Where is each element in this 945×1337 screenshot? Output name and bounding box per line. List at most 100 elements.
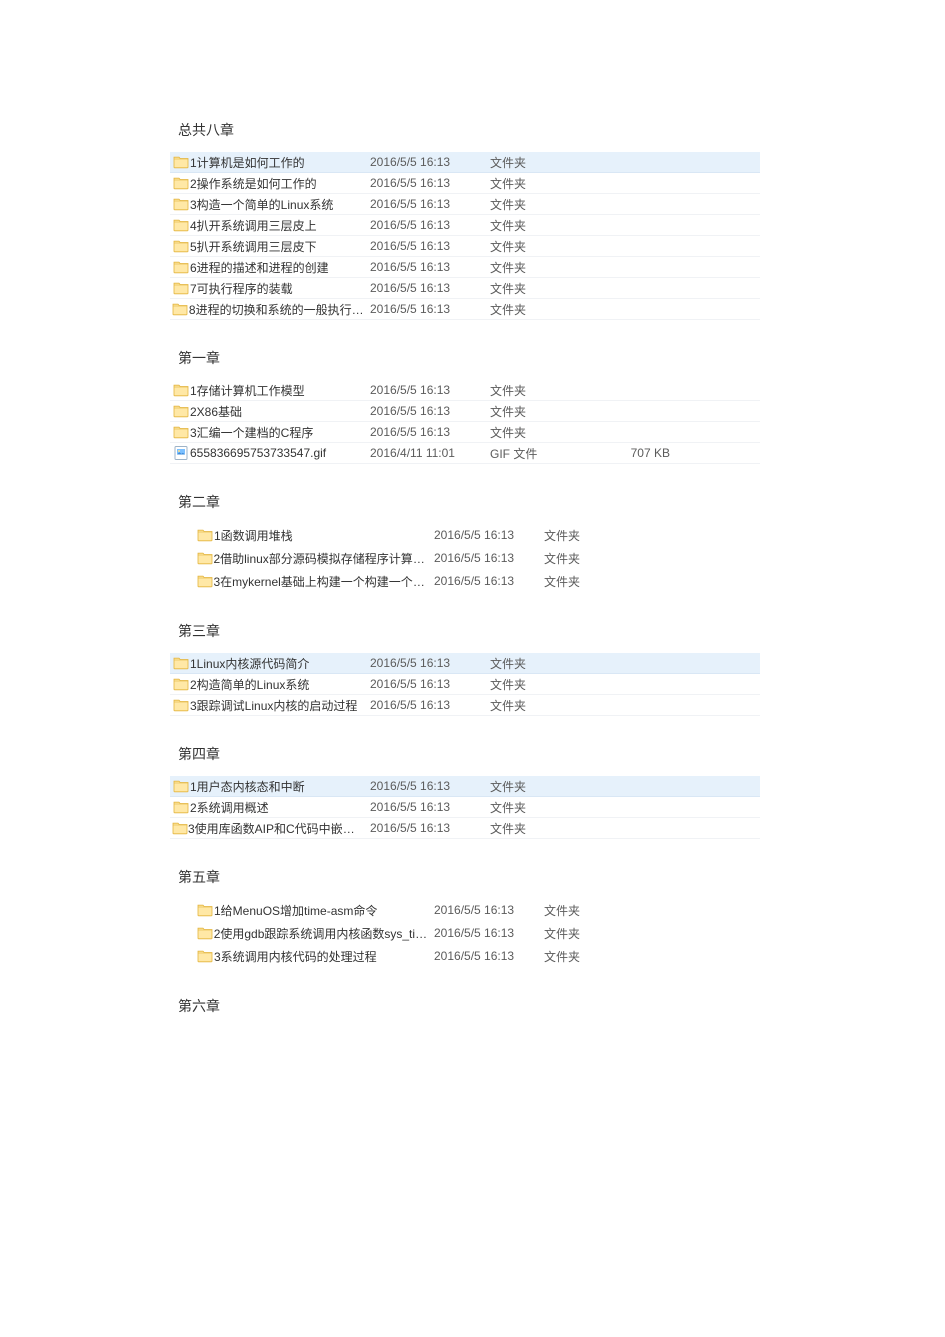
file-name: 2构造简单的Linux系统: [190, 676, 315, 693]
file-row[interactable]: 2借助linux部分源码模拟存储程序计算机...2016/5/5 16:13文件…: [194, 547, 760, 570]
folder-icon: [172, 217, 190, 233]
file-row[interactable]: 1函数调用堆栈2016/5/5 16:13文件夹: [194, 524, 760, 547]
file-date: 2016/4/11 11:01: [370, 446, 490, 460]
file-row[interactable]: 2系统调用概述2016/5/5 16:13文件夹: [170, 797, 760, 818]
file-name: 2借助linux部分源码模拟存储程序计算机...: [213, 550, 434, 567]
folder-icon: [172, 259, 190, 275]
section-heading: 第六章: [178, 996, 760, 1016]
folder-icon: [196, 948, 214, 964]
file-type: 文件夹: [490, 778, 610, 795]
file-row[interactable]: 3跟踪调试Linux内核的启动过程2016/5/5 16:13文件夹: [170, 695, 760, 716]
file-name-cell: 5扒开系统调用三层皮下: [170, 238, 370, 255]
file-row[interactable]: 7可执行程序的装载 2016/5/5 16:13文件夹: [170, 278, 760, 299]
file-name-cell: 1给MenuOS增加time-asm命令: [194, 902, 434, 919]
file-row[interactable]: 2操作系统是如何工作的2016/5/5 16:13文件夹: [170, 173, 760, 194]
folder-icon: [196, 527, 214, 543]
file-row[interactable]: 3汇编一个建档的C程序2016/5/5 16:13文件夹: [170, 422, 760, 443]
file-date: 2016/5/5 16:13: [370, 176, 490, 190]
file-type: 文件夹: [490, 154, 610, 171]
folder-icon: [172, 820, 188, 836]
file-type: 文件夹: [490, 655, 610, 672]
file-row[interactable]: 1计算机是如何工作的 2016/5/5 16:13文件夹: [170, 152, 760, 173]
file-date: 2016/5/5 16:13: [370, 656, 490, 670]
file-name: 4扒开系统调用三层皮上: [190, 217, 323, 234]
file-row[interactable]: 1用户态内核态和中断2016/5/5 16:13文件夹: [170, 776, 760, 797]
file-date: 2016/5/5 16:13: [434, 903, 544, 917]
file-name-cell: 3使用库函数AIP和C代码中嵌入汇编代码...: [170, 820, 370, 837]
file-name-cell: 655836695753733547.gif: [170, 445, 370, 461]
file-row[interactable]: 2使用gdb跟踪系统调用内核函数sys_time2016/5/5 16:13文件…: [194, 922, 760, 945]
file-type: 文件夹: [490, 403, 610, 420]
file-name-cell: 3汇编一个建档的C程序: [170, 424, 370, 441]
file-name: 1用户态内核态和中断: [190, 778, 311, 795]
file-name-cell: 2借助linux部分源码模拟存储程序计算机...: [194, 550, 434, 567]
file-row[interactable]: 1Linux内核源代码简介 2016/5/5 16:13文件夹: [170, 653, 760, 674]
file-type: 文件夹: [544, 925, 664, 942]
file-date: 2016/5/5 16:13: [370, 302, 490, 316]
file-type: 文件夹: [490, 424, 610, 441]
file-list: 1给MenuOS增加time-asm命令2016/5/5 16:13文件夹2使用…: [194, 899, 760, 968]
file-name-cell: 2操作系统是如何工作的: [170, 175, 370, 192]
folder-icon: [196, 573, 213, 589]
file-list: 1Linux内核源代码简介2016/5/5 16:13文件夹2构造简单的Linu…: [170, 653, 760, 716]
folder-icon: [172, 175, 190, 191]
file-row[interactable]: 1给MenuOS增加time-asm命令 2016/5/5 16:13文件夹: [194, 899, 760, 922]
folder-icon: [172, 238, 190, 254]
file-row[interactable]: 655836695753733547.gif2016/4/11 11:01GIF…: [170, 443, 760, 464]
file-size: 707 KB: [610, 446, 670, 460]
file-type: 文件夹: [490, 280, 610, 297]
file-name: 1存储计算机工作模型: [190, 382, 311, 399]
file-date: 2016/5/5 16:13: [370, 155, 490, 169]
file-date: 2016/5/5 16:13: [370, 800, 490, 814]
file-name: 1Linux内核源代码简介: [190, 655, 315, 672]
file-name: 3系统调用内核代码的处理过程: [214, 948, 383, 965]
file-name: 3跟踪调试Linux内核的启动过程: [190, 697, 363, 714]
folder-icon: [172, 382, 190, 398]
section-heading: 第四章: [178, 744, 760, 764]
file-name-cell: 3构造一个简单的Linux系统: [170, 196, 370, 213]
file-name: 1给MenuOS增加time-asm命令: [214, 902, 383, 919]
file-row[interactable]: 6进程的描述和进程的创建2016/5/5 16:13文件夹: [170, 257, 760, 278]
file-name-cell: 2构造简单的Linux系统: [170, 676, 370, 693]
file-row[interactable]: 3在mykernel基础上构建一个构建一个简...2016/5/5 16:13文…: [194, 570, 760, 593]
file-date: 2016/5/5 16:13: [370, 281, 490, 295]
file-row[interactable]: 1存储计算机工作模型 2016/5/5 16:13文件夹: [170, 380, 760, 401]
file-name-cell: 2使用gdb跟踪系统调用内核函数sys_time: [194, 925, 434, 942]
file-row[interactable]: 3使用库函数AIP和C代码中嵌入汇编代码...2016/5/5 16:13文件夹: [170, 818, 760, 839]
file-row[interactable]: 2X86基础2016/5/5 16:13文件夹: [170, 401, 760, 422]
file-name: 1计算机是如何工作的: [190, 154, 311, 171]
file-type: 文件夹: [490, 382, 610, 399]
file-name-cell: 1函数调用堆栈: [194, 527, 434, 544]
file-date: 2016/5/5 16:13: [434, 528, 544, 542]
folder-icon: [172, 196, 190, 212]
file-date: 2016/5/5 16:13: [370, 821, 490, 835]
folder-icon: [172, 655, 190, 671]
file-type: 文件夹: [544, 902, 664, 919]
file-name: 2系统调用概述: [190, 799, 275, 816]
file-date: 2016/5/5 16:13: [434, 949, 544, 963]
file-name: 3在mykernel基础上构建一个构建一个简...: [213, 573, 434, 590]
file-row[interactable]: 3系统调用内核代码的处理过程 2016/5/5 16:13文件夹: [194, 945, 760, 968]
folder-icon: [172, 799, 190, 815]
file-date: 2016/5/5 16:13: [370, 383, 490, 397]
file-row[interactable]: 2构造简单的Linux系统2016/5/5 16:13文件夹: [170, 674, 760, 695]
file-row[interactable]: 4扒开系统调用三层皮上2016/5/5 16:13文件夹: [170, 215, 760, 236]
file-row[interactable]: 8进程的切换和系统的一般执行过程2016/5/5 16:13文件夹: [170, 299, 760, 320]
file-name-cell: 7可执行程序的装载: [170, 280, 370, 297]
file-row[interactable]: 3构造一个简单的Linux系统2016/5/5 16:13文件夹: [170, 194, 760, 215]
file-date: 2016/5/5 16:13: [370, 404, 490, 418]
file-date: 2016/5/5 16:13: [434, 551, 544, 565]
folder-icon: [196, 925, 214, 941]
gif-file-icon: [172, 445, 190, 461]
file-date: 2016/5/5 16:13: [370, 425, 490, 439]
folder-icon: [196, 902, 214, 918]
file-name-cell: 3系统调用内核代码的处理过程: [194, 948, 434, 965]
file-type: 文件夹: [544, 948, 664, 965]
file-name-cell: 1计算机是如何工作的: [170, 154, 370, 171]
file-name: 7可执行程序的装载: [190, 280, 299, 297]
file-row[interactable]: 5扒开系统调用三层皮下2016/5/5 16:13文件夹: [170, 236, 760, 257]
folder-icon: [172, 424, 190, 440]
file-type: 文件夹: [490, 676, 610, 693]
file-name: 1函数调用堆栈: [214, 527, 299, 544]
file-type: GIF 文件: [490, 445, 610, 462]
